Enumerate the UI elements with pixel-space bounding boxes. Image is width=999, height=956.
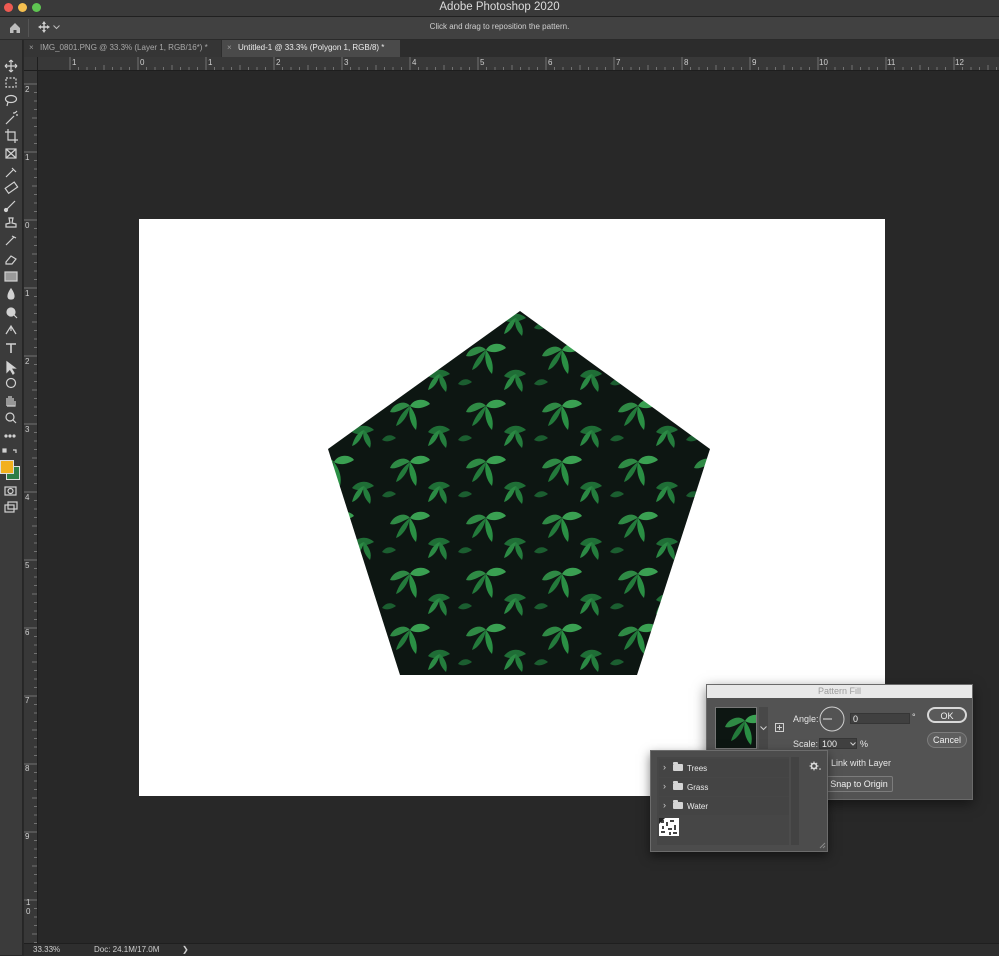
pattern-swatch[interactable] [715,707,757,749]
status-menu-arrow[interactable]: ❯ [182,945,189,954]
folder-label: Water [687,802,709,811]
chevron-right-icon[interactable]: › [663,762,666,772]
gear-icon[interactable] [809,760,821,772]
dialog-title: Pattern Fill [707,685,972,698]
link-with-layer-label[interactable]: Link with Layer [831,758,891,768]
resize-handle-icon[interactable] [819,842,826,849]
folder-label: Grass [687,783,709,792]
folder-trees[interactable]: › Trees [659,759,789,777]
pattern-picker-popup: › Trees › Grass › Water [650,750,828,852]
picker-scrollbar[interactable] [791,757,799,845]
folder-icon [673,800,683,809]
percent-symbol: % [860,739,869,749]
polygon-layer[interactable] [0,0,999,955]
cancel-button[interactable]: Cancel [927,732,967,748]
scale-label: Scale: [793,739,819,749]
folder-grass[interactable]: › Grass [659,778,789,796]
chevron-down-icon [760,726,767,731]
chevron-down-icon[interactable] [850,742,856,746]
pattern-thumbnail[interactable] [659,818,679,836]
ruler-origin[interactable] [24,57,38,71]
chevron-right-icon[interactable]: › [663,800,666,810]
folder-icon [673,781,683,790]
angle-dial[interactable] [819,706,845,732]
zoom-level[interactable]: 33.33% [33,945,60,954]
degree-symbol: ° [912,712,916,722]
folder-label: Trees [687,764,708,773]
new-preset-icon[interactable] [775,723,785,733]
doc-size: Doc: 24.1M/17.0M [94,945,160,954]
folder-water[interactable]: › Water [659,797,789,815]
ok-button[interactable]: OK [927,707,967,723]
status-bar: 33.33% Doc: 24.1M/17.0M ❯ [24,943,999,956]
chevron-right-icon[interactable]: › [663,781,666,791]
angle-label: Angle: [793,714,819,724]
pattern-swatch-dropdown[interactable] [759,707,768,749]
foreground-color-swatch[interactable] [0,460,14,474]
angle-input[interactable]: 0 [850,713,910,724]
snap-to-origin-button[interactable]: Snap to Origin [825,776,893,792]
folder-icon [673,762,683,771]
